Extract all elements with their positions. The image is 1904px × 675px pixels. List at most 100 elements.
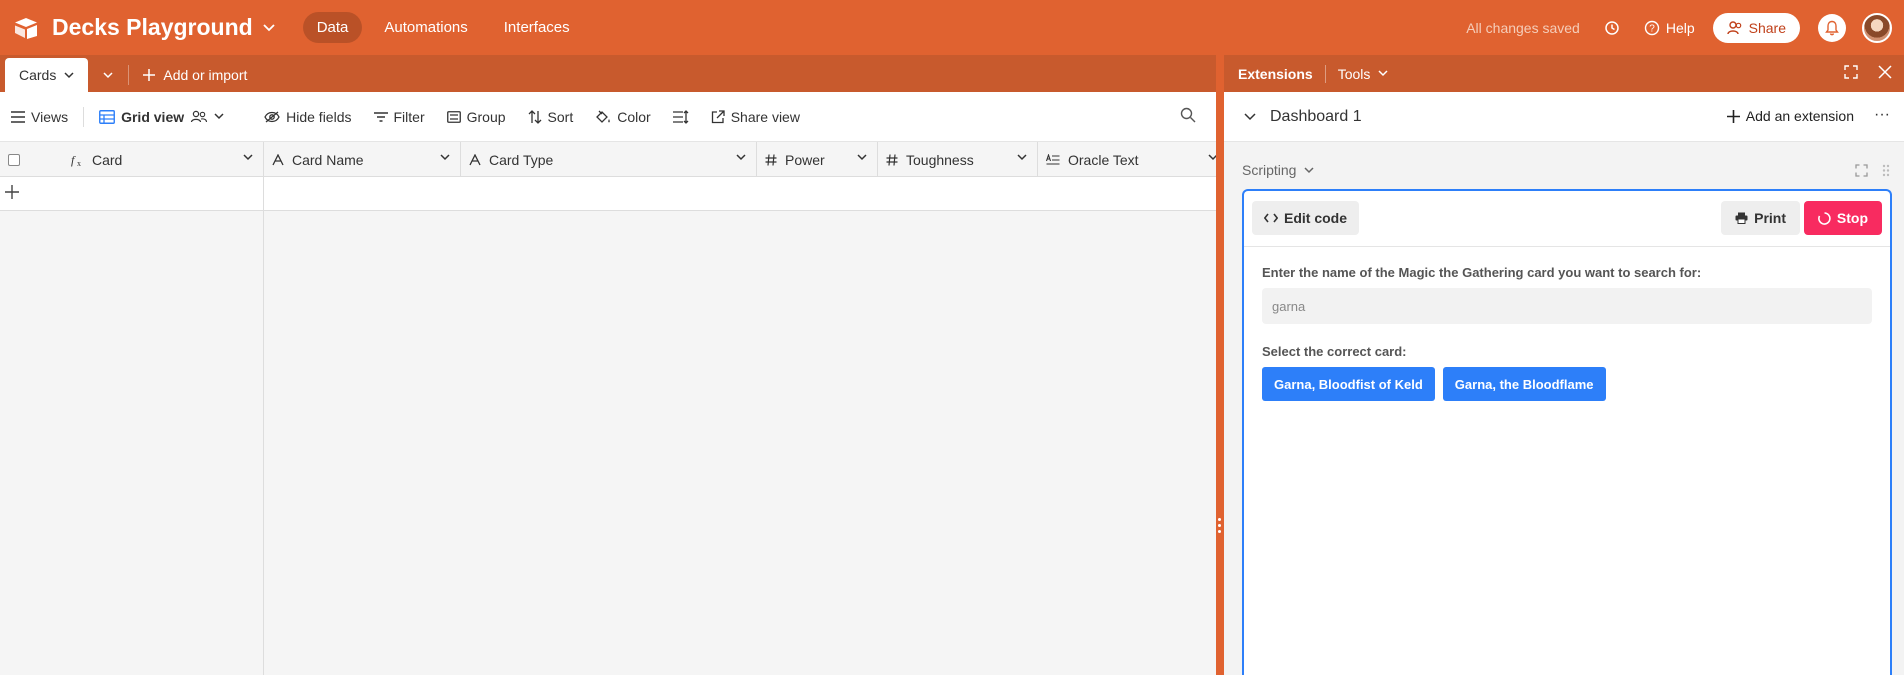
filter-button[interactable]: Filter [363,109,436,125]
views-button[interactable]: Views [0,109,79,125]
column-label: Oracle Text [1068,151,1139,168]
printer-icon [1735,212,1748,224]
dashboard-title[interactable]: Dashboard 1 [1270,108,1362,126]
row-height-button[interactable] [662,109,700,124]
add-extension-label: Add an extension [1745,108,1854,124]
pane-resize-handle[interactable] [1216,55,1224,675]
color-button[interactable]: Color [584,109,661,125]
tab-cards-label: Cards [19,67,57,83]
filter-icon [373,111,388,122]
eye-off-icon [264,111,280,122]
sort-icon [528,109,542,124]
external-link-icon [711,109,725,123]
column-header-power[interactable]: Power [757,142,878,177]
sort-button[interactable]: Sort [517,109,585,125]
chevron-down-icon [103,71,113,78]
chevron-down-icon[interactable] [440,154,450,161]
card-choices: Garna, Bloodfist of Keld Garna, the Bloo… [1262,367,1872,401]
grid-header: fx Card Card Name Card Type Power Toughn… [0,142,1218,177]
edit-code-button[interactable]: Edit code [1252,201,1360,235]
save-status: All changes saved [1466,19,1580,36]
chevron-down-icon[interactable] [64,71,74,79]
avatar[interactable] [1862,12,1892,43]
chevron-down-icon[interactable] [214,113,224,120]
all-tables-dropdown[interactable] [88,58,128,92]
airtable-logo-icon[interactable] [12,14,40,42]
print-button[interactable]: Print [1721,201,1800,235]
column-label: Card Name [292,151,364,168]
chevron-down-icon[interactable] [736,154,746,161]
color-label: Color [617,108,651,125]
chevron-down-icon[interactable] [243,154,253,161]
card-choice-button[interactable]: Garna, Bloodfist of Keld [1262,367,1435,401]
column-header-oracle-text[interactable]: Oracle Text [1038,142,1218,177]
frozen-column-divider [263,177,264,211]
formula-icon: fx [71,153,81,167]
grid-view-button[interactable]: Grid view [88,109,235,125]
search-icon[interactable] [1180,107,1196,126]
add-extension-button[interactable]: Add an extension [1726,108,1854,124]
select-all-column [0,142,62,177]
nav-automations[interactable]: Automations [370,12,481,43]
help-icon: ? [1644,20,1660,35]
base-title[interactable]: Decks Playground [52,14,253,41]
add-or-import-label: Add or import [163,67,248,83]
chevron-down-icon[interactable] [1017,154,1027,161]
chevron-down-icon[interactable] [263,21,275,35]
nav-data[interactable]: Data [302,12,363,43]
toolbar-divider [83,106,85,127]
column-header-card[interactable]: fx Card [62,142,264,177]
nav-interfaces[interactable]: Interfaces [490,12,584,43]
scripting-label: Scripting [1242,162,1297,178]
print-label: Print [1754,210,1786,226]
number-field-icon [765,153,777,166]
share-button[interactable]: Share [1712,12,1800,43]
views-label: Views [31,108,69,125]
top-nav: Data Automations Interfaces [302,12,584,43]
column-header-toughness[interactable]: Toughness [878,142,1038,177]
extensions-bar: Extensions Tools [1224,55,1904,92]
select-all-checkbox[interactable] [8,153,20,166]
notifications-bell-icon[interactable] [1818,13,1846,42]
dashboard-header: Dashboard 1 Add an extension ··· [1224,92,1904,142]
expand-icon[interactable] [1855,164,1868,177]
plus-icon[interactable] [4,184,20,200]
card-choice-button[interactable]: Garna, the Bloodflame [1442,367,1606,401]
drag-handle-icon[interactable] [1882,164,1890,177]
plus-icon [143,69,156,81]
group-button[interactable]: Group [436,109,517,125]
close-icon[interactable] [1878,65,1892,79]
tools-menu[interactable]: Tools [1338,66,1389,82]
svg-text:?: ? [1649,23,1655,34]
collaborators-icon [191,110,208,122]
column-header-card-name[interactable]: Card Name [264,142,461,177]
add-record-row[interactable] [0,177,1216,211]
scripting-extension-menu[interactable]: Scripting [1242,162,1314,178]
search-prompt-text: Enter the name of the Magic the Gatherin… [1262,265,1702,280]
grid-view-label: Grid view [121,108,185,125]
script-output: Enter the name of the Magic the Gatherin… [1244,247,1890,419]
help-button[interactable]: ? Help [1644,20,1695,36]
share-view-button[interactable]: Share view [700,109,811,125]
column-label: Card Type [489,151,554,168]
extensions-title[interactable]: Extensions [1238,66,1313,82]
chevron-down-icon[interactable] [857,154,867,161]
view-toolbar: Views Grid view Hide fields Filter Group… [0,92,1216,142]
row-height-icon [672,109,689,124]
select-card-label: Select the correct card: [1262,344,1407,359]
drag-handle-icon [1218,518,1222,536]
stop-button[interactable]: Stop [1803,201,1882,235]
card-search-input[interactable]: garna [1262,288,1872,324]
tab-cards[interactable]: Cards [5,58,89,92]
scripting-extension-panel: Edit code Print Stop Enter the name of t… [1242,189,1892,675]
expand-icon[interactable] [1844,65,1858,79]
add-or-import-button[interactable]: Add or import [129,58,261,92]
column-label: Toughness [906,151,974,168]
long-text-field-icon [1046,153,1060,165]
more-options-icon[interactable]: ··· [1874,106,1890,124]
history-icon[interactable] [1604,20,1620,36]
edit-code-label: Edit code [1284,210,1348,226]
hide-fields-button[interactable]: Hide fields [253,109,362,125]
column-header-card-type[interactable]: Card Type [461,142,757,177]
chevron-down-icon[interactable] [1244,112,1256,121]
